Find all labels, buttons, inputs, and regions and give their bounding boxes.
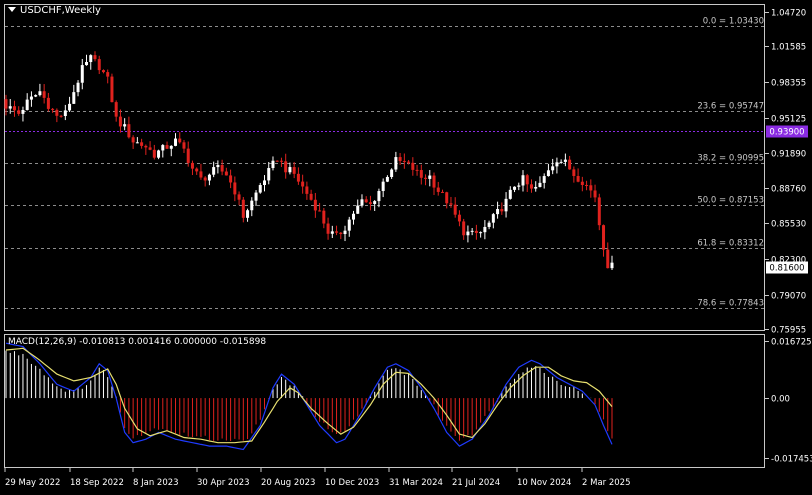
time-tick-label: 29 May 2022: [5, 478, 60, 488]
time-tick-label: 21 Jul 2024: [452, 478, 500, 488]
time-tick-label: 8 Jan 2023: [133, 478, 179, 488]
chart-title[interactable]: USDCHF,Weekly: [8, 5, 101, 16]
time-tick-label: 10 Nov 2024: [517, 478, 571, 488]
macd-tick-label: 0.016725: [771, 338, 812, 348]
symbol-title: USDCHF,Weekly: [20, 5, 101, 16]
dropdown-triangle-icon[interactable]: [8, 7, 16, 12]
macd-tick-label: -0.017453: [771, 455, 812, 465]
time-axis: 29 May 2022 18 Sep 2022 8 Jan 2023 30 Apr 2…: [4, 468, 630, 488]
signal-line: [5, 347, 613, 444]
time-tick-label: 20 Aug 2023: [261, 478, 315, 488]
time-tick-label: 18 Sep 2022: [70, 478, 124, 488]
time-tick-label: 30 Apr 2023: [197, 478, 250, 488]
macd-tick-label: 0.00: [771, 395, 790, 405]
time-tick-label: 10 Dec 2023: [325, 478, 379, 488]
trading-chart-window: 0.0 = 1.03430 23.6 = 0.95747 38.2 = 0.9099…: [0, 0, 812, 495]
macd-chart-svg: 0.016725 0.00 -0.017453: [5, 338, 812, 465]
time-tick-label: 2 Mar 2025: [582, 478, 630, 488]
time-tick-label: 31 Mar 2024: [389, 478, 443, 488]
macd-indicator-label: MACD(12,26,9) -0.010813 0.001416 0.00000…: [8, 337, 267, 347]
macd-line: [5, 342, 613, 451]
